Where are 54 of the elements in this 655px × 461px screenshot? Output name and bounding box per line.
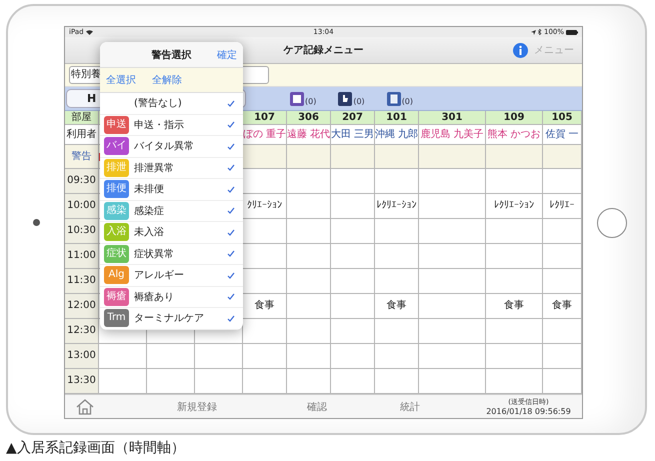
camera-dot	[32, 219, 40, 226]
warning-option[interactable]: 申送・指示	[134, 118, 227, 132]
category-tag: 排便	[104, 180, 129, 198]
warning-option[interactable]: (警告なし)	[134, 96, 227, 110]
bottom-action[interactable]: 統計	[400, 400, 420, 414]
category-tag: 褥瘡	[104, 288, 129, 306]
hand-icon	[338, 92, 352, 106]
warning-option[interactable]: バイタル異常	[134, 139, 227, 154]
time-label: 10:30	[65, 219, 99, 244]
bluetooth-icon	[538, 29, 542, 35]
document-icon	[386, 92, 401, 106]
warning-option[interactable]: アレルギー	[134, 268, 227, 282]
warning-option[interactable]: 未排便	[134, 182, 227, 196]
location-icon	[530, 30, 536, 34]
screen-title: ケア記録メニュー	[284, 44, 364, 57]
time-label: 10:00	[65, 194, 99, 219]
note-icon	[290, 92, 304, 106]
category-tag: 感染	[104, 202, 129, 220]
time-label: 13:30	[65, 369, 99, 394]
time-label: 12:00	[65, 294, 99, 319]
time-label: 13:00	[65, 344, 99, 369]
bottom-action[interactable]: 確認	[307, 400, 327, 414]
bottom-action[interactable]: 新規登録	[177, 400, 217, 414]
clear-all-button[interactable]: 全解除	[152, 73, 182, 87]
time-label: 12:30	[65, 319, 99, 344]
warning-option[interactable]: 未入浴	[134, 225, 227, 240]
category-tag: Trm	[104, 309, 129, 328]
popover-title: 警告選択	[152, 48, 192, 62]
warning-option[interactable]: 褥瘡あり	[134, 290, 227, 304]
home-button[interactable]	[597, 208, 627, 238]
battery-icon	[566, 30, 578, 34]
warning-option[interactable]: ターミナルケア	[134, 311, 227, 326]
caption: ▲入居系記録画面（時間軸）	[6, 439, 186, 456]
time-label: 11:30	[65, 269, 99, 294]
wifi-icon	[86, 30, 93, 34]
time-label: 09:30	[65, 169, 99, 194]
counter-button[interactable]: (0)	[338, 92, 365, 106]
category-tag: 症状	[104, 244, 129, 263]
counter-button[interactable]: (0)	[290, 92, 316, 106]
time-label: 11:00	[65, 244, 99, 269]
select-all-button[interactable]: 全選択	[106, 73, 136, 87]
category-tag: Alg	[104, 266, 129, 284]
warning-option[interactable]: 感染症	[134, 204, 227, 218]
category-tag: 申送	[104, 116, 129, 134]
info-icon[interactable]	[513, 42, 528, 58]
counter-button[interactable]: (0)	[386, 92, 414, 106]
category-tag: 入浴	[104, 223, 129, 242]
sync-time: 2016/01/18 09:56:59	[486, 406, 571, 416]
warning-option[interactable]: 排泄異常	[134, 160, 227, 175]
confirm-button[interactable]: 確定	[217, 48, 237, 62]
warning-option[interactable]: 症状異常	[134, 246, 227, 261]
home-icon[interactable]	[76, 398, 94, 414]
category-tag: 排泄	[104, 158, 129, 177]
category-tag: バイ	[104, 137, 129, 156]
